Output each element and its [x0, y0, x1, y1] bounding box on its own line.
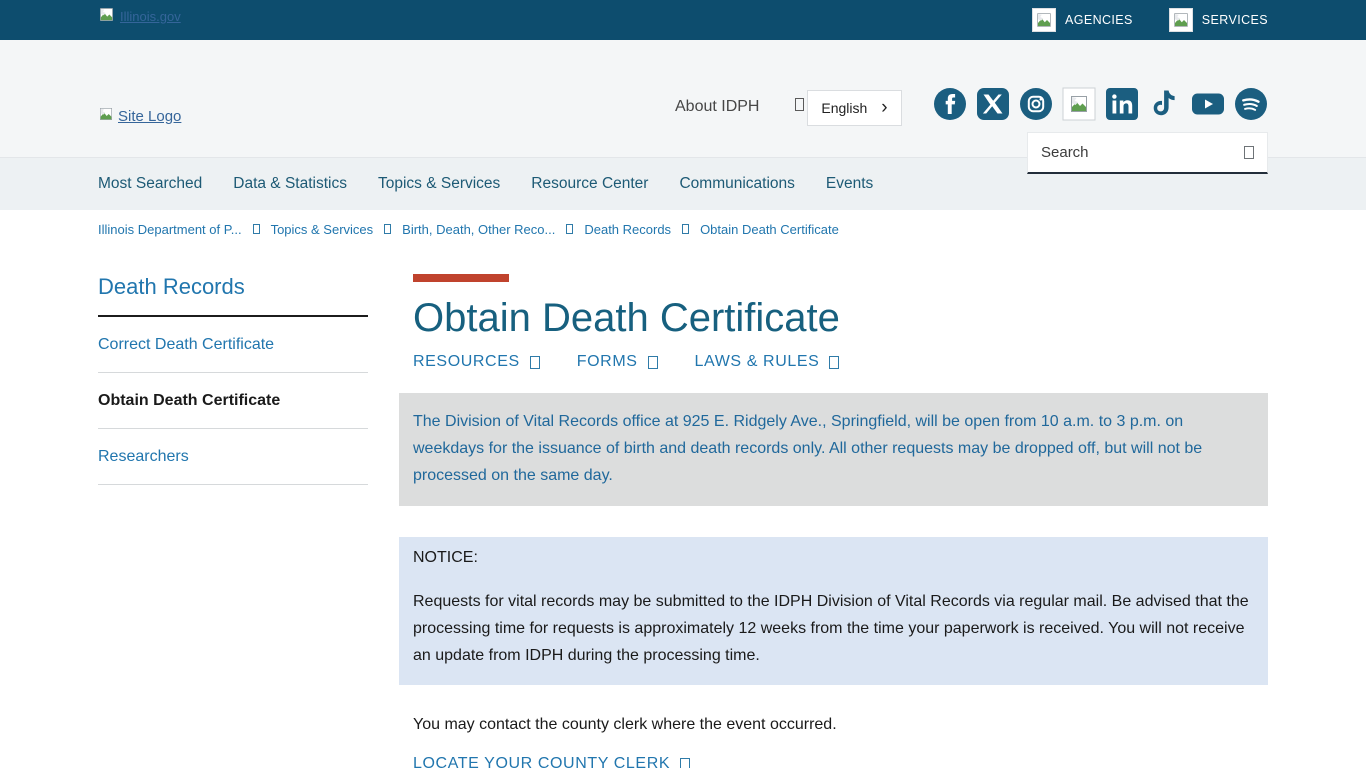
external-link-icon — [648, 356, 658, 369]
site-logo-link[interactable]: Site Logo — [98, 106, 181, 126]
resources-link[interactable]: RESOURCES — [413, 353, 540, 371]
county-clerk-text: You may contact the county clerk where t… — [413, 716, 1268, 734]
tiktok-icon — [1148, 108, 1182, 125]
title-accent-bar — [413, 274, 509, 282]
sidebar-title-death-records[interactable]: Death Records — [98, 274, 368, 300]
notice-body: Requests for vital records may be submit… — [413, 588, 1252, 669]
sidebar-item-researchers[interactable]: Researchers — [98, 429, 368, 485]
external-link-icon — [829, 356, 839, 369]
breadcrumb-topics-services[interactable]: Topics & Services — [271, 222, 374, 237]
nav-events[interactable]: Events — [826, 175, 873, 193]
chevron-right-icon: › — [881, 98, 887, 117]
agencies-link[interactable]: AGENCIES — [1032, 8, 1133, 32]
nav-most-searched[interactable]: Most Searched — [98, 175, 202, 193]
spotify-link[interactable] — [1234, 87, 1268, 121]
page-content: Death Records Correct Death Certificate … — [0, 248, 1366, 768]
breadcrumb-death-records[interactable]: Death Records — [584, 222, 671, 237]
social-links — [933, 87, 1268, 121]
notice-heading: NOTICE: — [413, 549, 1252, 567]
x-twitter-link[interactable] — [976, 87, 1010, 121]
globe-icon — [795, 98, 804, 111]
breadcrumb-home[interactable]: Illinois Department of P... — [98, 222, 242, 237]
instagram-icon — [1019, 108, 1053, 125]
gov-topbar: Illinois.gov AGENCIES SERVICES — [0, 0, 1366, 40]
linkedin-icon — [1105, 108, 1139, 125]
forms-link[interactable]: FORMS — [577, 353, 658, 371]
breadcrumb-current: Obtain Death Certificate — [700, 222, 839, 237]
main-column: Obtain Death Certificate RESOURCES FORMS… — [413, 274, 1268, 768]
services-link[interactable]: SERVICES — [1169, 8, 1268, 32]
broken-image-icon — [1169, 8, 1193, 32]
language-selector[interactable]: English › — [807, 90, 902, 126]
spotify-icon — [1234, 108, 1268, 125]
broken-image-icon — [1062, 108, 1096, 125]
external-link-icon — [530, 356, 540, 369]
broken-image-icon — [98, 6, 115, 26]
breadcrumb-separator-icon — [253, 224, 260, 234]
search-icon[interactable] — [1244, 146, 1254, 159]
tiktok-link[interactable] — [1148, 87, 1182, 121]
office-hours-notice: The Division of Vital Records office at … — [399, 393, 1268, 506]
linkedin-link[interactable] — [1105, 87, 1139, 121]
breadcrumb: Illinois Department of P... Topics & Ser… — [0, 210, 1366, 248]
youtube-link[interactable] — [1191, 87, 1225, 121]
about-idph-link[interactable]: About IDPH — [675, 98, 759, 116]
locate-county-clerk-link[interactable]: LOCATE YOUR COUNTY CLERK — [413, 755, 690, 768]
laws-rules-link[interactable]: LAWS & RULES — [695, 353, 840, 371]
nav-communications[interactable]: Communications — [679, 175, 794, 193]
sidebar-item-obtain-death-certificate[interactable]: Obtain Death Certificate — [98, 373, 368, 429]
illinois-gov-link[interactable]: Illinois.gov — [98, 6, 181, 26]
breadcrumb-birth-death-records[interactable]: Birth, Death, Other Reco... — [402, 222, 555, 237]
section-sidebar: Death Records Correct Death Certificate … — [98, 274, 368, 768]
nav-topics-services[interactable]: Topics & Services — [378, 175, 500, 193]
external-link-icon — [680, 758, 690, 768]
page-title: Obtain Death Certificate — [413, 296, 1268, 341]
facebook-link[interactable] — [933, 87, 967, 121]
breadcrumb-separator-icon — [384, 224, 391, 234]
search-bar — [1027, 132, 1268, 174]
broken-image-icon — [1032, 8, 1056, 32]
x-twitter-icon — [976, 108, 1010, 125]
youtube-icon — [1191, 108, 1225, 125]
breadcrumb-separator-icon — [566, 224, 573, 234]
sidebar-item-correct-death-certificate[interactable]: Correct Death Certificate — [98, 317, 368, 373]
site-header: Site Logo About IDPH English › — [0, 40, 1366, 157]
breadcrumb-separator-icon — [682, 224, 689, 234]
nav-resource-center[interactable]: Resource Center — [531, 175, 648, 193]
search-input[interactable] — [1041, 144, 1244, 161]
nav-data-statistics[interactable]: Data & Statistics — [233, 175, 347, 193]
topbar-quick-links: AGENCIES SERVICES — [1032, 8, 1268, 32]
facebook-icon — [933, 108, 967, 125]
instagram-link[interactable] — [1019, 87, 1053, 121]
broken-image-icon — [98, 106, 114, 126]
broken-social-link[interactable] — [1062, 87, 1096, 121]
quick-links: RESOURCES FORMS LAWS & RULES — [413, 353, 1268, 371]
processing-notice: NOTICE: Requests for vital records may b… — [399, 537, 1268, 685]
